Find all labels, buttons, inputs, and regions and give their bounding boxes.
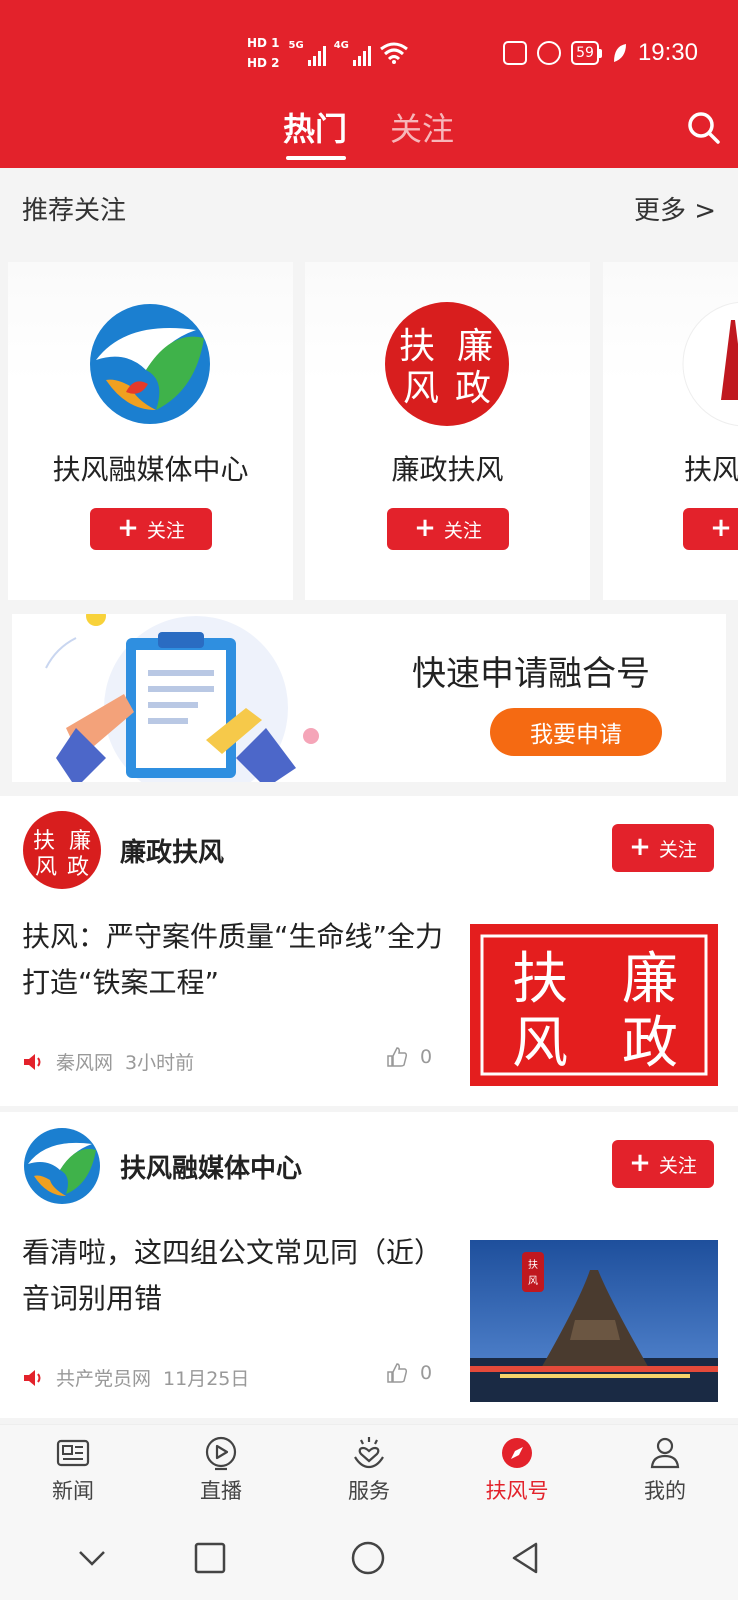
alarm-icon [537,41,562,65]
svg-text:风: 风 [35,855,57,880]
follow-button[interactable]: +关注 [683,508,738,550]
speaker-icon[interactable] [22,1051,44,1073]
speaker-icon[interactable] [22,1367,44,1389]
battery-icon: 59 [571,41,602,65]
leaf-icon [613,44,626,62]
nav-fufenghao[interactable]: 扶风号 [472,1435,562,1505]
thumbs-up-icon [387,1047,408,1067]
search-icon[interactable] [686,110,722,146]
recommend-card[interactable]: 扶 廉 风 政 廉政扶风 + 关注 [305,262,590,600]
card-name: 廉政扶风 [391,453,504,486]
like-counter[interactable]: 0 [386,1362,432,1384]
follow-button[interactable]: +关注 [612,824,714,872]
back-icon[interactable] [506,1538,546,1578]
tab-hot[interactable]: 热门 [283,104,347,150]
source: 秦风网 [56,1052,114,1074]
recommend-card[interactable]: 扶风融媒体中心 + 关注 [8,262,293,600]
svg-text:扶: 扶 [399,326,435,367]
feed-item[interactable]: 扶风融媒体中心 + 关注 看清啦，这四组公文常见同（近）音词别用错 共产党员网 1… [0,1112,738,1418]
chevron-down-icon[interactable] [72,1538,112,1578]
tab-follow[interactable]: 关注 [390,104,454,150]
banner-title: 快速申请融合号 [412,654,650,694]
nfc-icon [503,41,528,65]
post-thumbnail[interactable]: 扶 廉 风 政 [470,924,718,1086]
svg-text:扶: 扶 [33,829,55,854]
svg-text:廉: 廉 [622,947,678,1012]
svg-text:风: 风 [528,1275,538,1287]
post-thumbnail[interactable]: 扶 风 [470,1240,718,1402]
feed-item[interactable]: 扶 廉 风 政 廉政扶风 + 关注 扶风：严守案件质量“生命线”全力打造“铁案工程… [0,796,738,1106]
card-name: 扶风 [684,453,738,486]
live-icon [205,1436,237,1471]
svg-text:风: 风 [403,368,439,409]
recommend-card[interactable]: 扶风 +关注 [603,262,738,600]
headline[interactable]: 扶风：严守案件质量“生命线”全力打造“铁案工程” [22,914,452,1006]
recommend-header: 推荐关注 更多 > [0,168,738,254]
nav-live[interactable]: 直播 [176,1435,266,1505]
signal-icon: 5G [289,40,326,66]
hd2-indicator: HD 2 [247,56,280,70]
svg-text:政: 政 [67,855,89,880]
service-icon [354,1437,384,1469]
home-icon[interactable] [348,1538,388,1578]
bottom-nav: 新闻 直播 服务 扶风号 我的 [0,1424,738,1520]
tab-indicator [286,156,346,160]
lianzheng-logo-icon: 扶 廉 风 政 [385,302,509,426]
svg-text:风: 风 [512,1011,568,1076]
status-bar-right: 59 19:30 [503,36,698,70]
follow-button[interactable]: +关注 [612,1140,714,1188]
clipboard-illustration [45,614,319,782]
rongmei-avatar-icon [24,1128,100,1204]
wifi-icon [379,42,408,64]
status-bar-left: HD 1 HD 2 5G 4G [246,32,409,74]
news-icon [56,1439,90,1467]
svg-text:扶: 扶 [512,947,568,1012]
svg-text:廉: 廉 [69,829,91,854]
nav-news[interactable]: 新闻 [28,1435,118,1505]
apply-banner[interactable]: 快速申请融合号 我要申请 [12,614,726,782]
lianzheng-avatar-icon: 扶 廉 风 政 [23,811,101,889]
svg-text:扶: 扶 [528,1258,538,1271]
more-link[interactable]: 更多 > [634,190,716,227]
nav-service[interactable]: 服务 [324,1435,414,1505]
like-counter[interactable]: 0 [386,1046,432,1068]
svg-text:政: 政 [622,1011,678,1076]
signal-icon: 4G [334,40,371,66]
recommend-title: 推荐关注 [22,196,127,226]
card-name: 扶风融媒体中心 [52,453,249,486]
rongmei-logo-icon [90,304,210,424]
top-tabs: 热门 关注 [0,100,738,160]
compass-icon [502,1438,532,1468]
author-name[interactable]: 扶风融媒体中心 [120,1148,302,1185]
follow-button[interactable]: +关注 [387,508,509,550]
recents-icon[interactable] [190,1538,230,1578]
headline[interactable]: 看清啦，这四组公文常见同（近）音词别用错 [22,1230,452,1322]
follow-button[interactable]: +关注 [90,508,212,550]
hd1-indicator: HD 1 [247,36,280,50]
recommend-cards: 扶风融媒体中心 +关注 扶 廉 风 政 廉政扶风 +关注 扶风 +关注 [0,262,738,602]
post-meta: 共产党员网 11月25日 [22,1364,249,1391]
apply-button[interactable]: 我要申请 [490,708,662,756]
nav-profile[interactable]: 我的 [620,1435,710,1505]
svg-text:政: 政 [455,368,491,409]
profile-icon [650,1437,680,1469]
timestamp: 11月25日 [163,1368,250,1390]
timestamp: 3小时前 [125,1052,195,1074]
svg-text:廉: 廉 [457,326,493,367]
source: 共产党员网 [56,1368,152,1390]
clock: 19:30 [637,39,698,66]
author-name[interactable]: 廉政扶风 [120,832,224,869]
post-meta: 秦风网 3小时前 [22,1048,194,1075]
app-header: HD 1 HD 2 5G 4G 59 19:30 热门 关注 [0,0,738,168]
system-nav [0,1520,738,1600]
thumbs-up-icon [387,1363,408,1383]
